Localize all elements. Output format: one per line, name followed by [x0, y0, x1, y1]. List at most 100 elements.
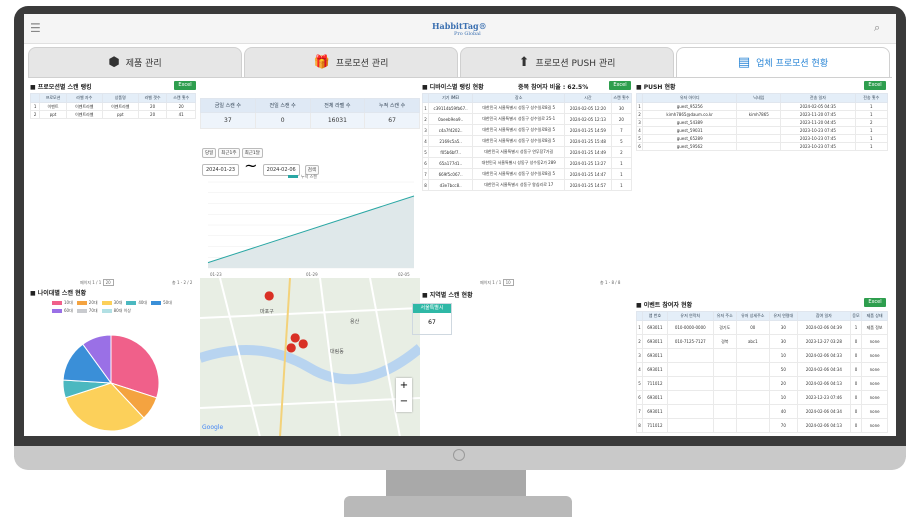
- cell: 대한민국 서울특별시 성동구 성수일로 25-1: [472, 113, 566, 125]
- map[interactable]: ● ● ● ● 대림동 용산 마포구 + − Google: [200, 278, 420, 436]
- cell: guest_59031: [641, 126, 738, 135]
- map-pin-icon[interactable]: ●: [298, 336, 308, 350]
- map-pin-icon[interactable]: ●: [286, 340, 296, 354]
- event-table: 앱 번호 유저 연락처 유저 주소 유저 상세주소 유저 연령대 참여 일자 응…: [636, 311, 888, 433]
- table-row[interactable]: 2 693011 010-7125-7127 경북 abc1 30 2023-12-27 0…: [636, 334, 888, 349]
- col-header: 참여 일자: [796, 311, 851, 321]
- table-row[interactable]: 6 65a177d1.. 대한민국 서울특별시 성동구 성수동2가 289 2024-…: [422, 157, 633, 169]
- cell: 20: [137, 102, 168, 111]
- zoom-in-button[interactable]: +: [396, 378, 412, 394]
- table-row[interactable]: 4 2169c5a5.. 대한민국 서울특별시 성동구 성수일로8길 5 2024-0…: [422, 135, 633, 147]
- promo-excel-button[interactable]: Excel: [174, 81, 196, 90]
- page-size-select[interactable]: 10: [502, 279, 514, 286]
- tab-label: 업체 프로모션 현황: [756, 59, 829, 69]
- table-row[interactable]: 5 711012 20 2024-02-06 04:13 0 none: [636, 376, 888, 391]
- dashboard: 프로모션별 스캔 랭킹 Excel 프로모션 라벨 자수 상품명 라벨 갯수 스…: [28, 77, 892, 436]
- zoom-control: + −: [396, 378, 412, 412]
- cell: [736, 102, 782, 111]
- stats-panel: 금일 스캔 수 전일 스캔 수 전체 라벨 수 누적 스캔 수 37 0 160…: [200, 98, 420, 129]
- cell: 693011: [642, 320, 668, 335]
- cell: 693011: [642, 362, 668, 377]
- cell: f05b6bf7..: [427, 146, 474, 158]
- hamburger-menu-icon[interactable]: ☰: [30, 21, 41, 35]
- device-excel-button[interactable]: Excel: [609, 81, 631, 90]
- push-excel-button[interactable]: Excel: [864, 81, 886, 90]
- cell: 대한민국 서울특별시 성동구 성수일로8길 5: [472, 168, 566, 180]
- table-row[interactable]: 5 f05b6bf7.. 대한민국 서울특별시 성동구 연무장7가길 2024-01-…: [422, 146, 633, 158]
- search-icon[interactable]: ⌕: [874, 21, 880, 35]
- legend-swatch: [126, 301, 137, 305]
- tab-label: 프로모션 관리: [335, 59, 389, 69]
- device-pager[interactable]: 페이지 1 / 1 10: [480, 279, 514, 286]
- legend-item[interactable]: 80대 이상: [101, 308, 131, 314]
- col-header: [29, 93, 41, 103]
- stat-cumulative: 67: [364, 112, 420, 129]
- cell: 대한민국 서울특별시 성동구 성수일로8길 5: [472, 135, 566, 147]
- cell: 1: [610, 168, 633, 180]
- col-header: 닉네임: [736, 93, 782, 103]
- cell: 2024-02-06 04:13: [796, 418, 851, 433]
- cell: 1: [854, 126, 889, 135]
- table-row[interactable]: 1 이벤트 이벤트라벨 이벤트라벨 20 20: [29, 102, 196, 111]
- cell: kimh7865@daum.co.kr: [641, 110, 738, 119]
- table-row[interactable]: 4 guest_59031 2023-10-23 07:45 1: [636, 126, 889, 135]
- promo-pager[interactable]: 페이지 1 / 1 20: [80, 279, 114, 286]
- cell: 1: [610, 157, 633, 169]
- tab-promotion[interactable]: 🎁 프로모션 관리: [244, 47, 458, 77]
- tab-push[interactable]: ⬆ 프로모션 PUSH 관리: [460, 47, 674, 77]
- table-row[interactable]: 2 0aeeb9ea9.. 대한민국 서울특별시 성동구 성수일로 25-1 2024…: [422, 113, 633, 125]
- table-row[interactable]: 1 c39114b59fb67.. 대한민국 서울특별시 성동구 성수일로8길 52…: [422, 102, 633, 114]
- table-row[interactable]: 2 kimh7865@daum.co.kr kimh7865 2023-11-20 0…: [636, 110, 889, 119]
- table-row[interactable]: 3 c4a7f4202.. 대한민국 서울특별시 성동구 성수일로8길 5 2024-…: [422, 124, 633, 136]
- map-pin-icon[interactable]: ●: [264, 288, 274, 302]
- cell: 0: [849, 390, 863, 405]
- map-label: 용산: [350, 319, 360, 325]
- cell: [712, 404, 737, 419]
- table-row[interactable]: 4 693011 50 2024-02-06 04:34 0 none: [636, 362, 888, 377]
- table-row[interactable]: 3 guest_54389 2023-11-20 04:45 2: [636, 118, 889, 127]
- report-icon: ▤: [737, 55, 751, 70]
- cell: 0: [849, 362, 863, 377]
- table-row[interactable]: 8 d3e7bcc8.. 대한민국 서울특별시 성동구 왕십리로 17 2024-01…: [422, 179, 633, 191]
- table-row[interactable]: 3 693011 10 2024-02-06 04:33 0 none: [636, 348, 888, 363]
- cell: 이벤트라벨: [101, 102, 139, 111]
- tab-company-promotion[interactable]: ▤ 업체 프로모션 현황: [676, 47, 890, 77]
- table-row[interactable]: 6 guest_59562 2023-10-23 07:45 1: [636, 142, 889, 151]
- legend-item[interactable]: 40대: [126, 300, 147, 306]
- cell: [736, 126, 782, 135]
- tab-product[interactable]: ⬢ 제품 관리: [28, 47, 242, 77]
- legend-item[interactable]: 70대: [76, 308, 98, 314]
- table-row[interactable]: 7 669f5c067.. 대한민국 서울특별시 성동구 성수일로8길 5 2024-…: [422, 168, 633, 180]
- legend-swatch: [151, 301, 162, 305]
- cell: 30: [768, 320, 798, 335]
- table-row[interactable]: 6 693011 10 2023-12-23 07:46 0 none: [636, 390, 888, 405]
- page-size-select[interactable]: 20: [102, 279, 114, 286]
- legend-item[interactable]: 10대: [52, 300, 73, 306]
- legend-item[interactable]: 50대: [151, 300, 172, 306]
- cell: 2024-01-25 14:59: [564, 124, 612, 136]
- table-row[interactable]: 2 ppt 이벤트라벨 ppt 20 41: [29, 110, 196, 119]
- table-row[interactable]: 1 693011 010-0000-0000 경기도 00 30 2024-02-06 04…: [636, 320, 888, 335]
- cell: 경기도: [712, 320, 737, 335]
- col-header: 스캔 횟수: [610, 93, 633, 103]
- cell: 대한민국 서울특별시 성동구 연무장7가길: [472, 146, 566, 158]
- table-row[interactable]: 5 guest_65289 2023-10-23 07:45 1: [636, 134, 889, 143]
- table-row[interactable]: 1 guest_95256 2024-02-05 04:35 1: [636, 102, 889, 111]
- legend-item[interactable]: 20대: [76, 300, 98, 306]
- table-row[interactable]: 7 693011 40 2024-02-06 04:34 0 none: [636, 404, 888, 419]
- table-row[interactable]: 8 711012 70 2024-02-06 04:13 0 none: [636, 418, 888, 433]
- legend-swatch: [101, 309, 112, 313]
- app-logo[interactable]: HabbitTag® Pro Global: [432, 21, 487, 37]
- pager-text: 페이지 1 / 1: [80, 280, 102, 285]
- cell: 0: [849, 376, 863, 391]
- stat-total-labels: 16031: [309, 112, 366, 129]
- event-excel-button[interactable]: Excel: [864, 298, 886, 307]
- legend-item[interactable]: 30대: [101, 300, 122, 306]
- power-icon[interactable]: o: [453, 449, 465, 461]
- zoom-out-button[interactable]: −: [396, 394, 412, 410]
- legend-item[interactable]: 60대: [52, 308, 73, 314]
- col-header: 제품 상태: [861, 311, 888, 321]
- cell: 010-7125-7127: [666, 334, 714, 349]
- cell: 1: [854, 142, 889, 151]
- cell: 2024-02-05 12:13: [564, 113, 612, 125]
